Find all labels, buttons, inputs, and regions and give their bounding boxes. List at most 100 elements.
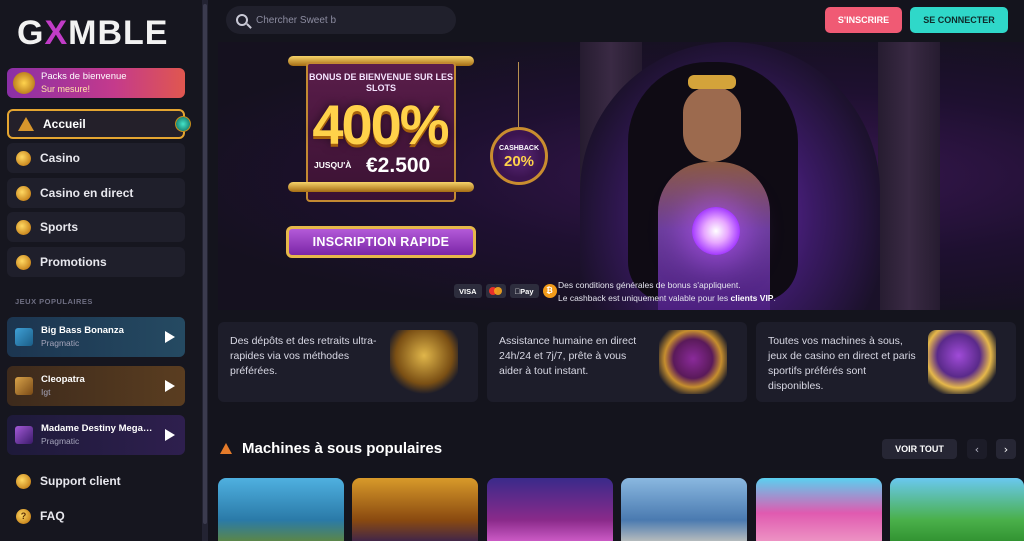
play-icon[interactable] xyxy=(165,429,175,441)
apple-pay-label: Pay xyxy=(514,286,533,296)
popular-slots-title: Machines à sous populaires xyxy=(242,440,443,457)
pyramid-icon xyxy=(18,117,34,131)
treasure-book-art xyxy=(659,330,727,394)
logo[interactable]: GXMBLE xyxy=(17,14,168,53)
play-icon[interactable] xyxy=(165,331,175,343)
terms-vip: clients VIP xyxy=(730,293,774,303)
scrollbar-thumb[interactable] xyxy=(203,4,207,524)
sidebar-item-label: FAQ xyxy=(40,509,65,523)
slot-card-candy[interactable] xyxy=(756,478,882,541)
search-icon xyxy=(236,14,248,26)
right-pillar xyxy=(878,42,940,310)
bonus-label: BONUS DE BIENVENUE SUR LES SLOTS xyxy=(308,72,454,93)
terms-line-2-post: . xyxy=(773,293,776,303)
promo-text: Packs de bienvenue Sur mesure! xyxy=(41,71,127,95)
logo-text-prefix: G xyxy=(17,14,45,52)
search-input[interactable] xyxy=(256,14,426,26)
feature-text: Des dépôts et des retraits ultra-rapides… xyxy=(230,335,377,377)
ankh-icon xyxy=(16,254,31,270)
signup-button[interactable]: S'INSCRIRE xyxy=(825,7,902,33)
dice-icon xyxy=(16,185,31,201)
feature-card-support: Assistance humaine en direct 24h/24 et 7… xyxy=(487,322,747,402)
bonus-percent: 400% xyxy=(312,93,449,156)
sidebar-item-label: Support client xyxy=(40,474,121,488)
slot-card-fisherman[interactable] xyxy=(218,478,344,541)
payment-methods: VISA Pay ₿ xyxy=(454,284,557,298)
sidebar-item-accueil[interactable]: Accueil xyxy=(7,109,191,139)
login-button[interactable]: SE CONNECTER xyxy=(910,7,1008,33)
ball-icon xyxy=(16,219,31,235)
game-info: Cleopatra Igt xyxy=(41,373,157,399)
sidebar-item-sports[interactable]: Sports xyxy=(7,212,185,242)
scarab-icon xyxy=(13,72,35,94)
feature-text: Assistance humaine en direct 24h/24 et 7… xyxy=(499,335,637,377)
sorceress-crown xyxy=(688,75,736,89)
feature-card-games: Toutes vos machines à sous, jeux de casi… xyxy=(756,322,1016,402)
slot-card-leprechaun[interactable] xyxy=(890,478,1024,541)
logo-text-x: X xyxy=(44,14,69,52)
headset-icon xyxy=(16,473,31,489)
visa-icon: VISA xyxy=(454,284,482,298)
terms-line-2-pre: Le cashback est uniquement valable pour … xyxy=(558,293,731,303)
popular-game-big-bass-bonanza[interactable]: Big Bass Bonanza Pragmatic xyxy=(7,317,185,357)
game-title: Big Bass Bonanza xyxy=(41,325,124,336)
cat-dice-art xyxy=(928,330,996,394)
popular-games-heading: JEUX POPULAIRES xyxy=(15,297,93,306)
welcome-pack-banner[interactable]: Packs de bienvenue Sur mesure! xyxy=(7,68,185,98)
sorceress-face xyxy=(683,87,741,162)
sidebar-item-support[interactable]: Support client xyxy=(7,467,185,495)
cashback-label: CASHBACK xyxy=(498,145,540,152)
terms-line-2: Le cashback est uniquement valable pour … xyxy=(558,292,776,305)
bonus-upto: JUSQU'À xyxy=(314,160,352,170)
carousel-prev-button[interactable]: ‹ xyxy=(967,439,987,459)
cashback-percent: 20% xyxy=(503,153,535,170)
promo-title: Packs de bienvenue xyxy=(41,71,127,82)
search-bar[interactable] xyxy=(226,6,456,34)
fire-icon xyxy=(220,443,232,454)
game-title: Cleopatra xyxy=(41,374,85,385)
sidebar: GXMBLE Packs de bienvenue Sur mesure! Ac… xyxy=(0,0,202,541)
play-icon[interactable] xyxy=(165,380,175,392)
game-thumbnail xyxy=(15,426,33,444)
game-provider: Igt xyxy=(41,387,51,397)
apple-pay-icon: Pay xyxy=(509,284,539,298)
mastercard-icon xyxy=(485,284,506,298)
question-icon: ? xyxy=(16,508,31,524)
sidebar-item-casino-en-direct[interactable]: Casino en direct xyxy=(7,178,185,208)
crystal-orb xyxy=(692,207,740,255)
game-title: Madame Destiny Megaw... xyxy=(41,423,157,434)
scroll-rod-bottom xyxy=(288,182,474,192)
view-all-button[interactable]: VOIR TOUT xyxy=(882,439,957,459)
game-info: Madame Destiny Megaw... Pragmatic xyxy=(41,422,157,448)
game-info: Big Bass Bonanza Pragmatic xyxy=(41,324,157,350)
hero-banner[interactable]: BONUS DE BIENVENUE SUR LES SLOTS 400% JU… xyxy=(218,42,1024,310)
sidebar-item-label: Casino xyxy=(40,151,81,165)
sidebar-item-casino[interactable]: Casino xyxy=(7,143,185,173)
chip-icon xyxy=(16,150,31,166)
sidebar-item-promotions[interactable]: Promotions xyxy=(7,247,185,277)
feature-card-payments: Des dépôts et des retraits ultra-rapides… xyxy=(218,322,478,402)
bitcoin-icon: ₿ xyxy=(542,284,557,298)
popular-game-cleopatra[interactable]: Cleopatra Igt xyxy=(7,366,185,406)
slot-card-eye-of-horus[interactable] xyxy=(352,478,478,541)
game-provider: Pragmatic xyxy=(41,436,80,446)
sidebar-item-faq[interactable]: ? FAQ xyxy=(7,502,185,530)
bonus-amount: €2.500 xyxy=(366,154,431,177)
bonus-terms: Des conditions générales de bonus s'appl… xyxy=(558,279,776,305)
popular-game-madame-destiny[interactable]: Madame Destiny Megaw... Pragmatic xyxy=(7,415,185,455)
game-thumbnail xyxy=(15,377,33,395)
sidebar-scrollbar[interactable] xyxy=(202,0,208,541)
sidebar-item-label: Sports xyxy=(40,220,79,234)
cashback-string xyxy=(518,62,519,127)
slot-card-zeus[interactable] xyxy=(621,478,747,541)
promo-subtitle: Sur mesure! xyxy=(41,84,91,94)
sidebar-item-label: Accueil xyxy=(43,117,86,131)
sidebar-item-label: Promotions xyxy=(40,255,107,269)
carousel-next-button[interactable]: › xyxy=(996,439,1016,459)
app-root: GXMBLE Packs de bienvenue Sur mesure! Ac… xyxy=(0,0,1024,541)
game-provider: Pragmatic xyxy=(41,338,80,348)
cashback-badge: CASHBACK 20% xyxy=(490,127,548,185)
pharaoh-gold-art xyxy=(390,330,458,394)
quick-signup-button[interactable]: INSCRIPTION RAPIDE xyxy=(286,226,476,258)
slot-card-madame-destiny[interactable] xyxy=(487,478,613,541)
